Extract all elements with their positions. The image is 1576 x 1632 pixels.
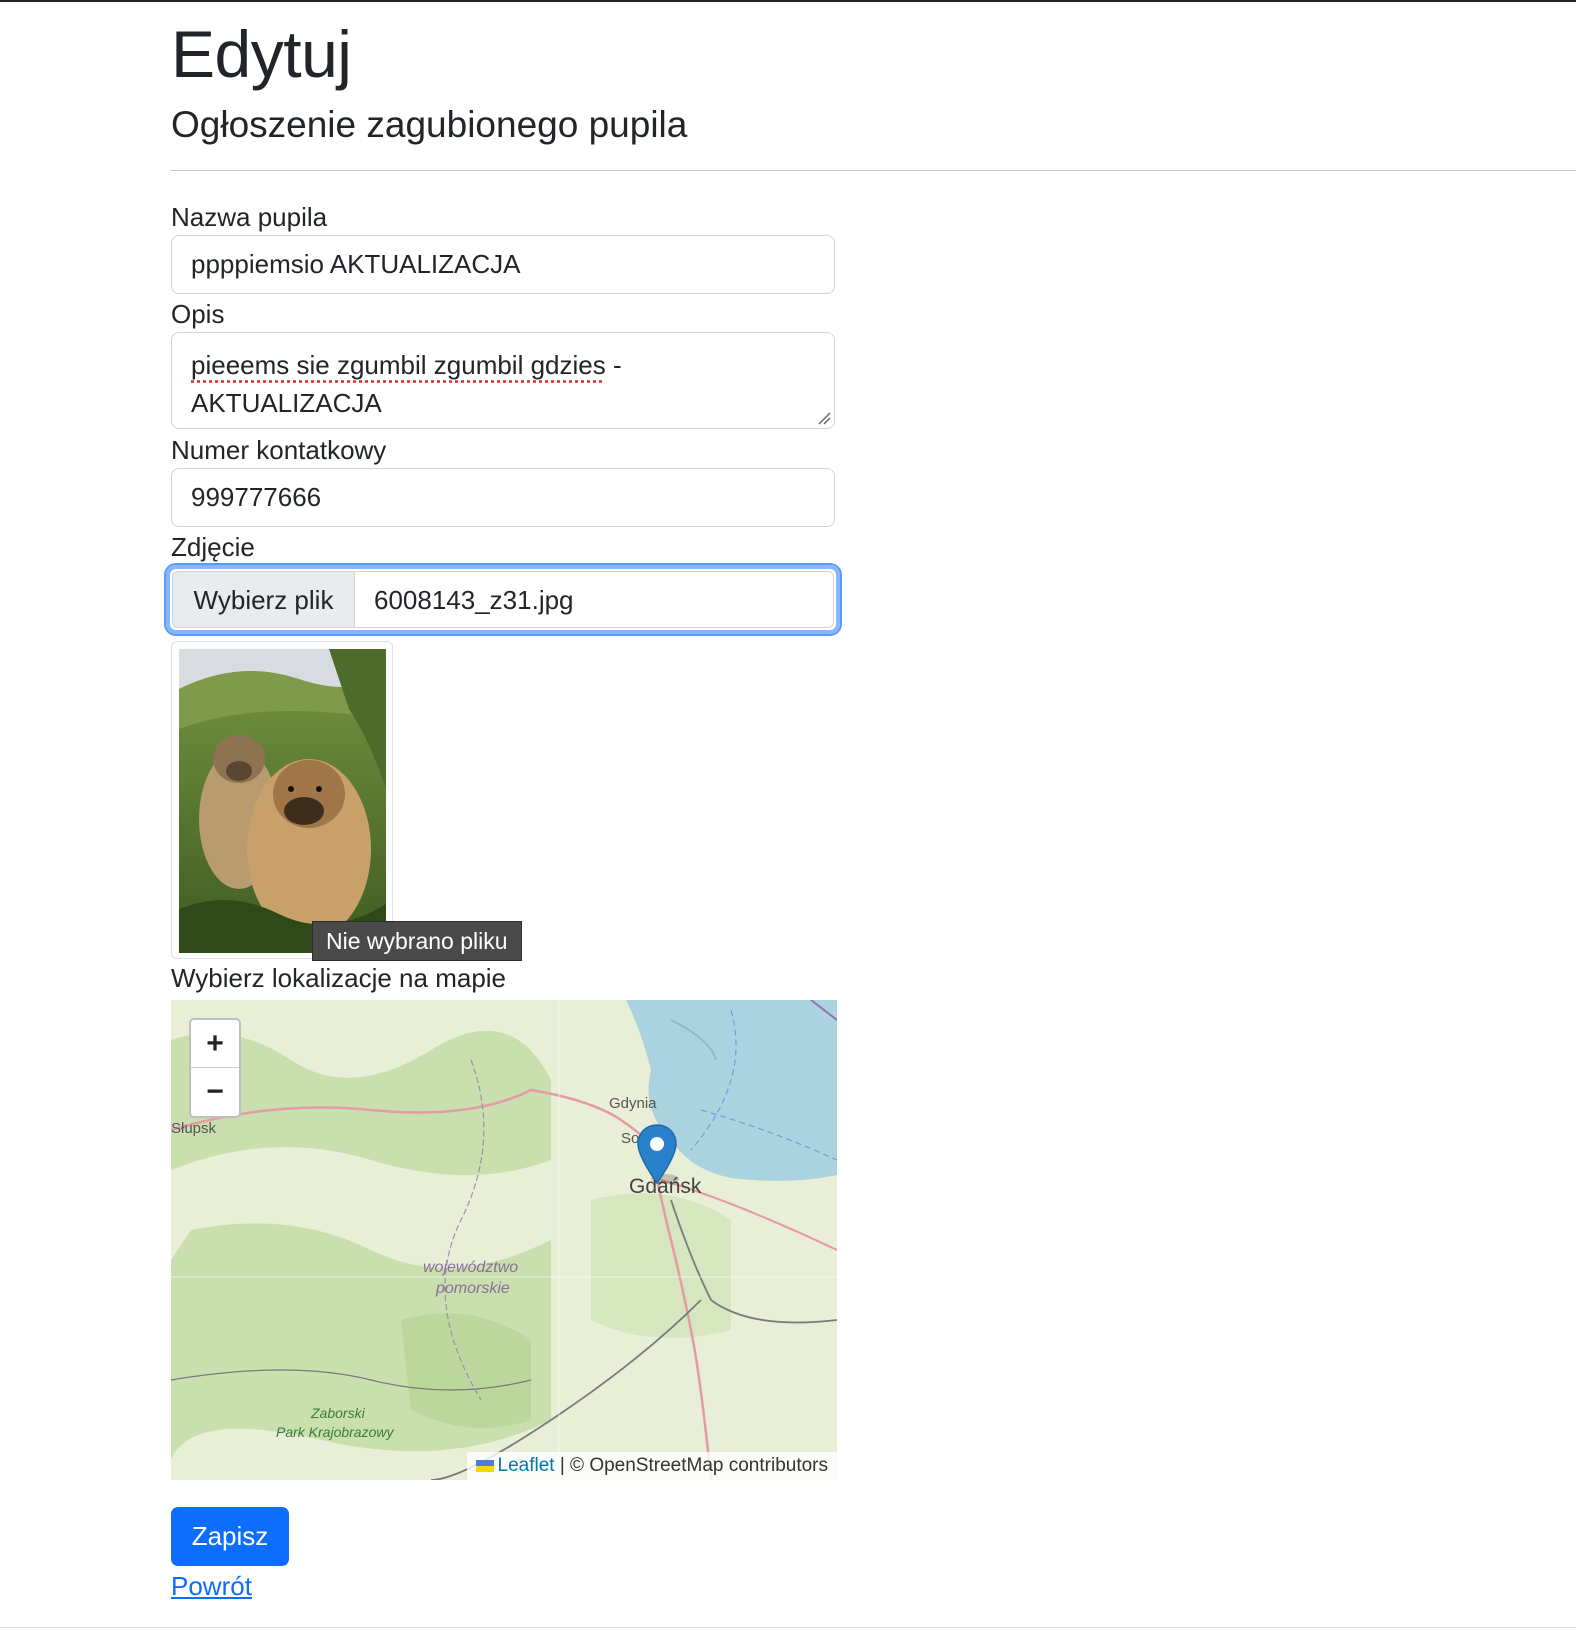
map-attribution: Leaflet | © OpenStreetMap contributors bbox=[466, 1452, 837, 1480]
map-label: Wybierz lokalizacje na mapie bbox=[171, 963, 507, 993]
map-label-region-1: województwo bbox=[423, 1259, 518, 1276]
ukraine-flag-icon bbox=[475, 1460, 494, 1472]
zoom-in-button[interactable]: + bbox=[191, 1020, 239, 1067]
map-label-park-2: Park Krajobrazowy bbox=[276, 1424, 394, 1440]
file-input-inner: Wybierz plik 6008143_z31.jpg bbox=[172, 571, 834, 628]
photo-preview bbox=[171, 641, 393, 959]
marmots-photo bbox=[179, 649, 386, 953]
zoom-out-button[interactable]: − bbox=[191, 1067, 239, 1115]
leaflet-link[interactable]: Leaflet bbox=[498, 1455, 555, 1476]
description-textarea[interactable]: pieeems sie zgumbil zgumbil gdzies - AKT… bbox=[171, 332, 835, 429]
location-marker-icon[interactable] bbox=[635, 1123, 679, 1187]
top-border bbox=[0, 0, 1576, 2]
attribution-text: | © OpenStreetMap contributors bbox=[554, 1455, 828, 1476]
map-tiles: Gdynia So Gdańsk Słupsk województwo pomo… bbox=[171, 1000, 837, 1480]
zoom-control: + − bbox=[189, 1018, 241, 1118]
photo-label: Zdjęcie bbox=[171, 532, 255, 562]
page-subtitle: Ogłoszenie zagubionego pupila bbox=[171, 104, 688, 145]
name-label: Nazwa pupila bbox=[171, 202, 328, 232]
save-button[interactable]: Zapisz bbox=[171, 1507, 289, 1566]
map-label-slupsk: Słupsk bbox=[171, 1120, 217, 1137]
phone-input[interactable] bbox=[171, 468, 835, 527]
description-text-part1: pieeems sie zgumbil zgumbil gdzies bbox=[191, 350, 606, 380]
bottom-border bbox=[0, 1627, 1576, 1628]
divider bbox=[171, 170, 1576, 171]
choose-file-button[interactable]: Wybierz plik bbox=[173, 572, 355, 627]
back-link[interactable]: Powrót bbox=[171, 1569, 252, 1603]
description-label: Opis bbox=[171, 299, 225, 329]
name-input[interactable] bbox=[171, 235, 835, 294]
file-name: 6008143_z31.jpg bbox=[374, 585, 574, 615]
file-tooltip: Nie wybrano pliku bbox=[312, 921, 522, 961]
phone-label: Numer kontatkowy bbox=[171, 435, 387, 465]
file-input[interactable]: Wybierz plik 6008143_z31.jpg bbox=[166, 565, 840, 634]
map-label-region-2: pomorskie bbox=[435, 1280, 510, 1297]
map-label-gdynia: Gdynia bbox=[609, 1095, 657, 1112]
resize-handle-icon[interactable] bbox=[817, 411, 831, 425]
page-title: Edytuj bbox=[171, 17, 352, 91]
location-map[interactable]: Gdynia So Gdańsk Słupsk województwo pomo… bbox=[171, 1000, 837, 1480]
map-label-park-1: Zaborski bbox=[310, 1405, 366, 1421]
